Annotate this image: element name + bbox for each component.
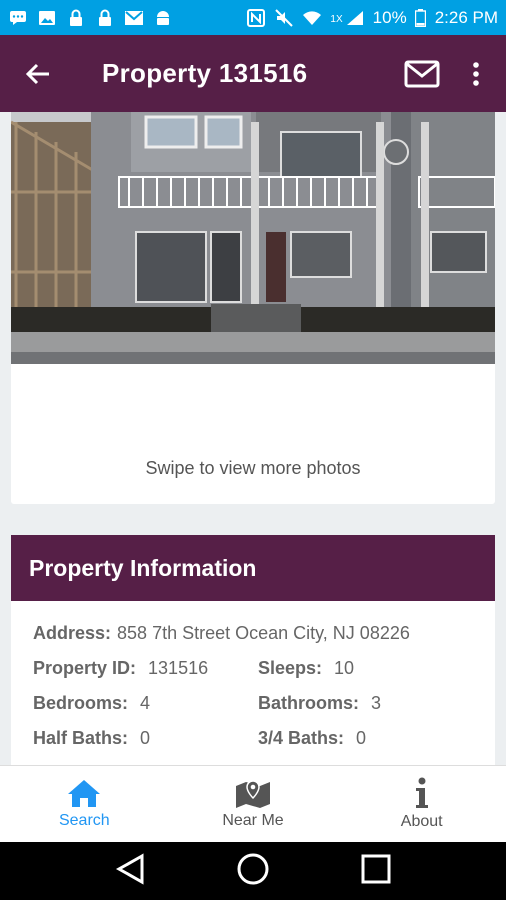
- nav-about-label: About: [400, 813, 443, 830]
- clock: 2:26 PM: [434, 7, 498, 27]
- system-recents-button[interactable]: [361, 854, 391, 889]
- chat-icon: [8, 9, 28, 27]
- system-nav-bar: [0, 842, 506, 900]
- half-baths-label: Half Baths:: [33, 728, 129, 748]
- contact-email-button[interactable]: [394, 46, 450, 102]
- photo-card: Swipe to view more photos: [11, 112, 495, 504]
- lock-icon: [95, 9, 115, 27]
- nav-about[interactable]: About: [337, 766, 506, 842]
- back-button[interactable]: [0, 35, 76, 112]
- sleeps-value: 10: [334, 658, 355, 678]
- bottom-navigation: Search Near Me About: [0, 765, 506, 842]
- bedrooms-value: 4: [140, 693, 151, 713]
- sleeps-label: Sleeps:: [258, 658, 323, 678]
- three-quarter-baths-value: 0: [356, 728, 367, 748]
- android-icon: [153, 9, 173, 27]
- partial-baths-row: Half Baths: 0 3/4 Baths: 0: [33, 728, 495, 763]
- property-info-card: Property Information Address: 858 7th St…: [11, 535, 495, 765]
- mail-icon: [124, 9, 144, 27]
- battery-icon: [415, 8, 427, 27]
- id-sleeps-row: Property ID: 131516 Sleeps: 10: [33, 658, 495, 693]
- bedrooms-label: Bedrooms:: [33, 693, 129, 713]
- nav-near-me[interactable]: Near Me: [169, 766, 338, 842]
- nav-search-label: Search: [58, 812, 110, 829]
- half-baths-field: Half Baths: 0: [33, 728, 258, 749]
- circle-home-icon: [237, 853, 269, 884]
- address-row: Address: 858 7th Street Ocean City, NJ 0…: [33, 623, 495, 658]
- nav-near-me-label: Near Me: [222, 812, 284, 829]
- bed-bath-row: Bedrooms: 4 Bathrooms: 3: [33, 693, 495, 728]
- mail-icon: [404, 60, 440, 87]
- more-vert-icon: [473, 61, 479, 86]
- three-quarter-baths-field: 3/4 Baths: 0: [258, 728, 483, 749]
- back-arrow-icon: [25, 63, 49, 84]
- bathrooms-value: 3: [371, 693, 382, 713]
- system-home-button[interactable]: [236, 852, 270, 891]
- property-id-value: 131516: [148, 658, 209, 678]
- mute-icon: [274, 8, 294, 27]
- address-value: 858 7th Street Ocean City, NJ 08226: [117, 623, 410, 643]
- info-icon: [415, 777, 428, 808]
- overflow-menu-button[interactable]: [456, 46, 496, 102]
- square-recents-icon: [361, 854, 391, 883]
- image-icon: [37, 9, 57, 27]
- bedrooms-field: Bedrooms: 4: [33, 693, 258, 714]
- lock-icon: [66, 9, 86, 27]
- property-id-label: Property ID:: [33, 658, 137, 678]
- system-back-button[interactable]: [115, 852, 145, 890]
- nav-search[interactable]: Search: [0, 766, 169, 842]
- signal-icon: [345, 9, 365, 27]
- triangle-back-icon: [116, 852, 144, 885]
- property-info-header: Property Information: [11, 535, 495, 601]
- house-illustration: [11, 112, 495, 364]
- status-right: 1X 10% 2:26 PM: [246, 8, 498, 28]
- battery-percent: 10%: [372, 7, 407, 27]
- page-title: Property 131516: [102, 58, 308, 88]
- bathrooms-field: Bathrooms: 3: [258, 693, 483, 714]
- wifi-icon: [302, 9, 322, 27]
- half-baths-value: 0: [140, 728, 151, 748]
- home-icon: [68, 780, 101, 807]
- network-label: 1X: [330, 13, 343, 25]
- status-left-icons: [8, 9, 173, 27]
- bathrooms-label: Bathrooms:: [258, 693, 360, 713]
- sleeps-field: Sleeps: 10: [258, 658, 483, 679]
- app-bar: Property 131516: [0, 35, 506, 112]
- swipe-hint: Swipe to view more photos: [145, 458, 361, 478]
- property-info-body: Address: 858 7th Street Ocean City, NJ 0…: [11, 601, 495, 763]
- content-scroll[interactable]: Swipe to view more photos Property Infor…: [0, 112, 506, 765]
- status-bar: 1X 10% 2:26 PM: [0, 0, 506, 35]
- map-icon: [236, 780, 270, 808]
- property-id-field: Property ID: 131516: [33, 658, 258, 679]
- nfc-icon: [246, 8, 266, 27]
- three-quarter-baths-label: 3/4 Baths:: [258, 728, 345, 748]
- address-label: Address:: [33, 623, 112, 643]
- property-photo[interactable]: [11, 112, 495, 364]
